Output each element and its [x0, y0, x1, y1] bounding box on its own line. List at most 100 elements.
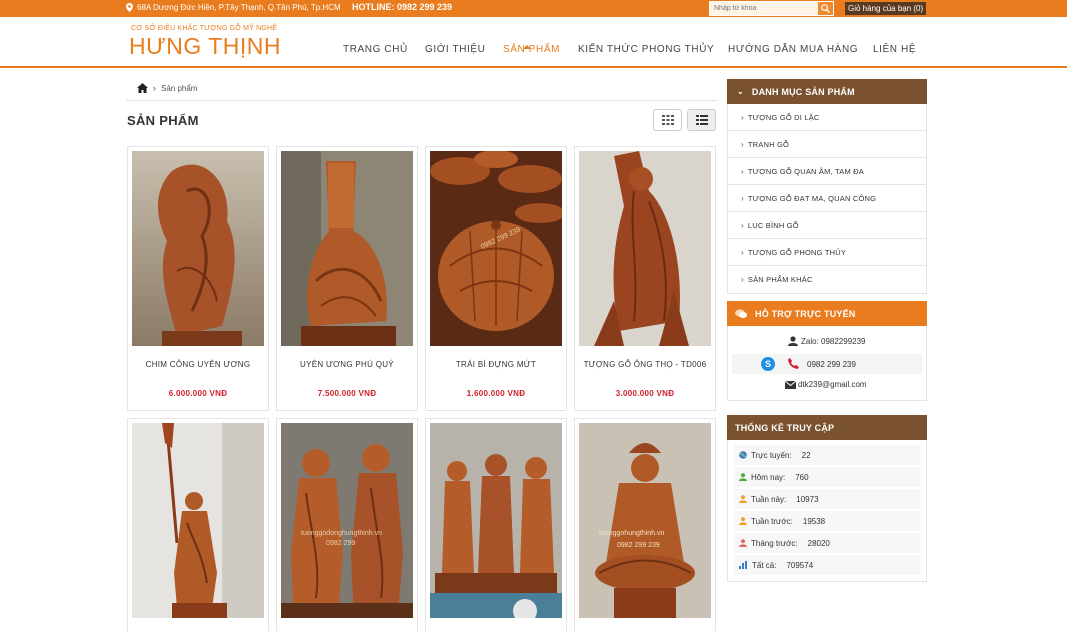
user-orange-icon: [739, 517, 747, 525]
category-label[interactable]: TƯỢNG GỖ QUAN ÂM, TAM ĐA: [748, 167, 864, 176]
search-button[interactable]: [818, 2, 833, 15]
stat-row: Tuần trước: 19538: [734, 511, 921, 532]
chevron-right-icon: ›: [741, 166, 744, 176]
stat-value: 19538: [802, 516, 826, 526]
phone-number[interactable]: 0982 299 239: [807, 360, 856, 369]
product-card[interactable]: [425, 418, 567, 631]
category-item[interactable]: › LỤC BÌNH GỖ: [728, 212, 926, 239]
product-image[interactable]: tuonggohungthinh.vn 0982 299 239: [579, 423, 711, 618]
product-card[interactable]: tuonggodonghungthinh.vn 0982 299: [276, 418, 418, 631]
grid-view-button[interactable]: [653, 109, 682, 131]
grid-icon: [661, 115, 674, 125]
skype-icon[interactable]: S: [761, 357, 775, 371]
product-name[interactable]: CHIM CÔNG UYÊN ƯƠNG: [128, 360, 268, 369]
divider: [127, 100, 717, 101]
stat-label: Tháng trước:: [751, 538, 798, 548]
chevron-right-icon: ›: [741, 139, 744, 149]
zalo-text[interactable]: Zalo: 0982299239: [801, 337, 866, 346]
product-image[interactable]: [430, 423, 562, 618]
stats-title: THỐNG KÊ TRUY CẬP: [735, 422, 835, 433]
category-label[interactable]: SẢN PHẨM KHÁC: [748, 275, 813, 284]
stat-label: Tất cả:: [752, 560, 777, 570]
category-item[interactable]: › TRANH GỖ: [728, 131, 926, 158]
header: CƠ SỞ ĐIÊU KHẮC TƯỢNG GỖ MỸ NGHỆ HƯNG TH…: [0, 17, 1067, 68]
email-address[interactable]: dtk239@gmail.com: [798, 380, 867, 389]
category-item[interactable]: › TƯỢNG GỖ ĐẠT MA, QUAN CÔNG: [728, 185, 926, 212]
nav-about[interactable]: GIỚI THIỆU: [425, 44, 486, 55]
page-title: SẢN PHẨM: [127, 113, 199, 128]
product-card[interactable]: UYÊN ƯƠNG PHÚ QUÝ 7.500.000 VNĐ: [276, 146, 418, 411]
category-label[interactable]: TƯỢNG GỖ ĐẠT MA, QUAN CÔNG: [748, 194, 876, 203]
email-icon: [785, 381, 796, 389]
zalo-contact[interactable]: Zalo: 0982299239: [788, 336, 866, 346]
breadcrumb: › Sản phẩm: [137, 83, 197, 93]
category-label[interactable]: TRANH GỖ: [748, 140, 789, 149]
category-item[interactable]: › SẢN PHẨM KHÁC: [728, 266, 926, 293]
search-icon: [821, 4, 830, 13]
stat-value: 760: [795, 472, 809, 482]
product-card[interactable]: [127, 418, 269, 631]
chat-icon: [735, 308, 747, 318]
chevron-right-icon: ›: [741, 275, 744, 284]
category-item[interactable]: › TƯỢNG GỖ QUAN ÂM, TAM ĐA: [728, 158, 926, 185]
product-image[interactable]: 0982 299 239: [430, 151, 562, 346]
product-name[interactable]: TRÁI BÍ ĐỰNG MỨT: [426, 360, 566, 369]
product-card[interactable]: tuonggohungthinh.vn 0982 299 239: [574, 418, 716, 631]
user-green-icon: [739, 473, 747, 481]
stat-label: Tuần này:: [751, 494, 787, 504]
address: 68A Dương Đức Hiền, P.Tây Thạnh, Q.Tân P…: [126, 3, 341, 12]
stat-value: 709574: [786, 560, 814, 570]
product-card[interactable]: CHIM CÔNG UYÊN ƯƠNG 6.000.000 VNĐ: [127, 146, 269, 411]
stat-row: Tháng trước: 28020: [734, 533, 921, 554]
active-nav-indicator: [523, 45, 531, 49]
chevron-right-icon: ›: [741, 220, 744, 230]
category-item[interactable]: › TƯỢNG GỖ DI LẶC: [728, 104, 926, 131]
chevron-right-icon: ›: [741, 112, 744, 122]
stat-value: 10973: [796, 494, 819, 504]
product-name[interactable]: TƯỢNG GỖ ÔNG THỌ - TD006: [575, 360, 715, 369]
nav-products[interactable]: SẢN PHẨM: [503, 44, 560, 55]
home-icon[interactable]: [137, 83, 148, 93]
list-view-button[interactable]: [687, 109, 716, 131]
globe-icon: [739, 451, 747, 459]
stat-row: Tất cả: 709574: [734, 555, 921, 576]
chevron-right-icon: ›: [741, 247, 744, 257]
cart-link[interactable]: Giỏ hàng của bạn (0): [845, 2, 927, 15]
nav-home[interactable]: TRANG CHỦ: [343, 44, 408, 55]
product-image[interactable]: [132, 423, 264, 618]
top-bar: 68A Dương Đức Hiền, P.Tây Thạnh, Q.Tân P…: [0, 0, 1067, 17]
product-image[interactable]: [281, 151, 413, 346]
support-header: HỖ TRỢ TRỰC TUYẾN: [727, 301, 927, 326]
user-icon: [788, 336, 798, 346]
category-label[interactable]: LỤC BÌNH GỖ: [748, 221, 799, 230]
breadcrumb-current: Sản phẩm: [161, 83, 198, 93]
logo-tagline: CƠ SỞ ĐIÊU KHẮC TƯỢNG GỖ MỸ NGHỆ: [131, 25, 278, 32]
product-image[interactable]: [132, 151, 264, 346]
user-pink-icon: [739, 539, 747, 547]
product-name[interactable]: UYÊN ƯƠNG PHÚ QUÝ: [277, 360, 417, 369]
stat-label: Trực tuyến:: [751, 450, 792, 460]
search-box: [709, 1, 834, 16]
product-image[interactable]: tuonggodonghungthinh.vn 0982 299: [281, 423, 413, 618]
search-input[interactable]: [710, 2, 818, 15]
stat-label: Tuần trước:: [751, 516, 793, 526]
watermark: 0982 299: [326, 540, 355, 547]
nav-buying-guide[interactable]: HƯỚNG DẪN MUA HÀNG: [728, 44, 858, 55]
category-item[interactable]: › TƯỢNG GỖ PHONG THỦY: [728, 239, 926, 266]
product-card[interactable]: 0982 299 239 TRÁI BÍ ĐỰNG MỨT 1.600.000 …: [425, 146, 567, 411]
product-image[interactable]: [579, 151, 711, 346]
nav-fengshui[interactable]: KIẾN THỨC PHONG THỦY: [578, 44, 714, 55]
logo[interactable]: HƯNG THỊNH: [129, 33, 281, 60]
watermark: tuonggohungthinh.vn: [599, 530, 664, 537]
category-label[interactable]: TƯỢNG GỖ DI LẶC: [748, 113, 820, 122]
category-label[interactable]: TƯỢNG GỖ PHONG THỦY: [748, 248, 846, 257]
stats-header: THỐNG KÊ TRUY CẬP: [727, 415, 927, 440]
product-card[interactable]: TƯỢNG GỖ ÔNG THỌ - TD006 3.000.000 VNĐ: [574, 146, 716, 411]
categories-title: DANH MỤC SẢN PHẨM: [751, 86, 855, 97]
category-list: › TƯỢNG GỖ DI LẶC › TRANH GỖ › TƯỢNG GỖ QUA…: [727, 104, 927, 294]
stat-value: 22: [801, 450, 811, 460]
nav-contact[interactable]: LIÊN HỆ: [873, 44, 916, 55]
stat-label: Hôm nay:: [751, 472, 786, 482]
address-text: 68A Dương Đức Hiền, P.Tây Thạnh, Q.Tân P…: [137, 3, 341, 12]
stats-box: Trực tuyến: 22 Hôm nay: 760 Tuần này: 10…: [727, 440, 927, 582]
